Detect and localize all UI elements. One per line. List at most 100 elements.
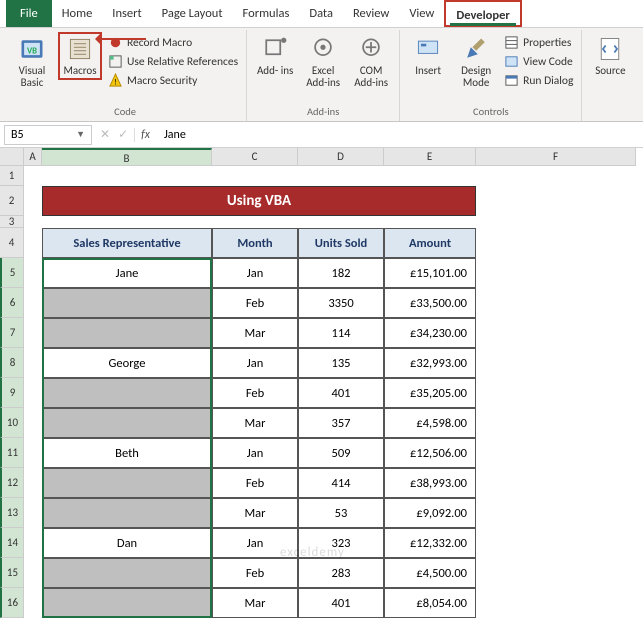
table-cell-amount[interactable]: £33,500.00 bbox=[384, 288, 476, 318]
view-code-button[interactable]: View Code bbox=[502, 53, 575, 70]
row-header-12[interactable]: 12 bbox=[0, 468, 24, 498]
row-header-3[interactable]: 3 bbox=[0, 216, 24, 228]
com-addins-button[interactable]: COM Add-ins bbox=[349, 32, 393, 92]
table-cell-month[interactable]: Mar bbox=[212, 408, 298, 438]
table-cell-units[interactable]: 135 bbox=[298, 348, 384, 378]
table-cell-rep[interactable] bbox=[42, 288, 212, 318]
table-cell-rep[interactable] bbox=[42, 468, 212, 498]
table-cell-month[interactable]: Jan bbox=[212, 528, 298, 558]
table-cell-units[interactable]: 357 bbox=[298, 408, 384, 438]
col-header-D[interactable]: D bbox=[298, 148, 384, 166]
tab-view[interactable]: View bbox=[399, 0, 444, 27]
design-mode-button[interactable]: Design Mode bbox=[454, 32, 498, 92]
table-cell-month[interactable]: Jan bbox=[212, 348, 298, 378]
table-cell-amount[interactable]: £15,101.00 bbox=[384, 258, 476, 288]
table-cell-month[interactable]: Jan bbox=[212, 258, 298, 288]
table-cell-month[interactable]: Feb bbox=[212, 468, 298, 498]
row-header-4[interactable]: 4 bbox=[0, 228, 24, 258]
row-header-13[interactable]: 13 bbox=[0, 498, 24, 528]
table-cell-rep[interactable] bbox=[42, 498, 212, 528]
source-button[interactable]: Source bbox=[588, 32, 632, 80]
tab-insert[interactable]: Insert bbox=[102, 0, 151, 27]
table-cell-month[interactable]: Mar bbox=[212, 498, 298, 528]
row-header-9[interactable]: 9 bbox=[0, 378, 24, 408]
enter-formula-icon[interactable]: ✓ bbox=[118, 127, 128, 142]
cancel-formula-icon[interactable]: ✕ bbox=[100, 127, 110, 142]
table-cell-rep[interactable]: Dan bbox=[42, 528, 212, 558]
table-cell-rep[interactable]: Beth bbox=[42, 438, 212, 468]
table-cell-amount[interactable]: £8,054.00 bbox=[384, 588, 476, 618]
table-cell-amount[interactable]: £32,993.00 bbox=[384, 348, 476, 378]
table-cell-rep[interactable] bbox=[42, 408, 212, 438]
select-all-corner[interactable] bbox=[0, 148, 24, 166]
table-cell-rep[interactable] bbox=[42, 558, 212, 588]
row-header-7[interactable]: 7 bbox=[0, 318, 24, 348]
properties-button[interactable]: Properties bbox=[502, 34, 575, 51]
row-header-10[interactable]: 10 bbox=[0, 408, 24, 438]
row-header-16[interactable]: 16 bbox=[0, 588, 24, 618]
tab-developer[interactable]: Developer bbox=[444, 0, 521, 27]
insert-control-button[interactable]: Insert bbox=[406, 32, 450, 80]
row-header-8[interactable]: 8 bbox=[0, 348, 24, 378]
tab-page-layout[interactable]: Page Layout bbox=[152, 0, 233, 27]
row-header-11[interactable]: 11 bbox=[0, 438, 24, 468]
table-cell-amount[interactable]: £35,205.00 bbox=[384, 378, 476, 408]
col-header-B[interactable]: B bbox=[42, 148, 212, 166]
tab-file[interactable]: File bbox=[6, 0, 52, 27]
table-cell-units[interactable]: 401 bbox=[298, 588, 384, 618]
name-box[interactable]: B5 ▼ bbox=[4, 125, 92, 145]
table-cell-units[interactable]: 401 bbox=[298, 378, 384, 408]
tab-data[interactable]: Data bbox=[299, 0, 343, 27]
table-header[interactable]: Sales Representative bbox=[42, 228, 212, 258]
table-cell-units[interactable]: 414 bbox=[298, 468, 384, 498]
formula-input[interactable]: Jane bbox=[156, 126, 643, 144]
table-cell-units[interactable]: 323 bbox=[298, 528, 384, 558]
table-cell-month[interactable]: Feb bbox=[212, 558, 298, 588]
table-cell-amount[interactable]: £12,506.00 bbox=[384, 438, 476, 468]
table-cell-amount[interactable]: £38,993.00 bbox=[384, 468, 476, 498]
row-header-14[interactable]: 14 bbox=[0, 528, 24, 558]
table-cell-units[interactable]: 509 bbox=[298, 438, 384, 468]
table-cell-amount[interactable]: £12,332.00 bbox=[384, 528, 476, 558]
row-header-2[interactable]: 2 bbox=[0, 186, 24, 216]
table-cell-amount[interactable]: £4,598.00 bbox=[384, 408, 476, 438]
title-banner[interactable]: Using VBA bbox=[42, 186, 476, 216]
table-cell-rep[interactable] bbox=[42, 318, 212, 348]
table-header[interactable]: Month bbox=[212, 228, 298, 258]
table-cell-units[interactable]: 114 bbox=[298, 318, 384, 348]
col-header-F[interactable]: F bbox=[476, 148, 636, 166]
tab-formulas[interactable]: Formulas bbox=[233, 0, 300, 27]
table-cell-rep[interactable]: George bbox=[42, 348, 212, 378]
run-dialog-button[interactable]: Run Dialog bbox=[502, 72, 575, 89]
addins-button[interactable]: Add- ins bbox=[253, 32, 297, 80]
row-header-15[interactable]: 15 bbox=[0, 558, 24, 588]
table-cell-rep[interactable] bbox=[42, 588, 212, 618]
record-macro-button[interactable]: Record Macro bbox=[106, 34, 240, 51]
table-cell-units[interactable]: 283 bbox=[298, 558, 384, 588]
use-relative-refs-button[interactable]: Use Relative References bbox=[106, 53, 240, 70]
table-cell-month[interactable]: Jan bbox=[212, 438, 298, 468]
table-cell-units[interactable]: 3350 bbox=[298, 288, 384, 318]
table-cell-amount[interactable]: £4,500.00 bbox=[384, 558, 476, 588]
tab-review[interactable]: Review bbox=[343, 0, 399, 27]
col-header-E[interactable]: E bbox=[384, 148, 476, 166]
row-header-6[interactable]: 6 bbox=[0, 288, 24, 318]
tab-home[interactable]: Home bbox=[52, 0, 103, 27]
visual-basic-button[interactable]: VB Visual Basic bbox=[10, 32, 54, 92]
table-cell-amount[interactable]: £9,092.00 bbox=[384, 498, 476, 528]
row-header-5[interactable]: 5 bbox=[0, 258, 24, 288]
table-cell-month[interactable]: Mar bbox=[212, 588, 298, 618]
table-cell-month[interactable]: Feb bbox=[212, 288, 298, 318]
table-cell-amount[interactable]: £34,230.00 bbox=[384, 318, 476, 348]
table-cell-rep[interactable] bbox=[42, 378, 212, 408]
table-cell-rep[interactable]: Jane bbox=[42, 258, 212, 288]
table-cell-units[interactable]: 53 bbox=[298, 498, 384, 528]
fx-icon[interactable]: fx bbox=[134, 128, 156, 142]
table-header[interactable]: Units Sold bbox=[298, 228, 384, 258]
col-header-C[interactable]: C bbox=[212, 148, 298, 166]
table-header[interactable]: Amount bbox=[384, 228, 476, 258]
table-cell-month[interactable]: Mar bbox=[212, 318, 298, 348]
col-header-A[interactable]: A bbox=[24, 148, 42, 166]
table-cell-units[interactable]: 182 bbox=[298, 258, 384, 288]
table-cell-month[interactable]: Feb bbox=[212, 378, 298, 408]
